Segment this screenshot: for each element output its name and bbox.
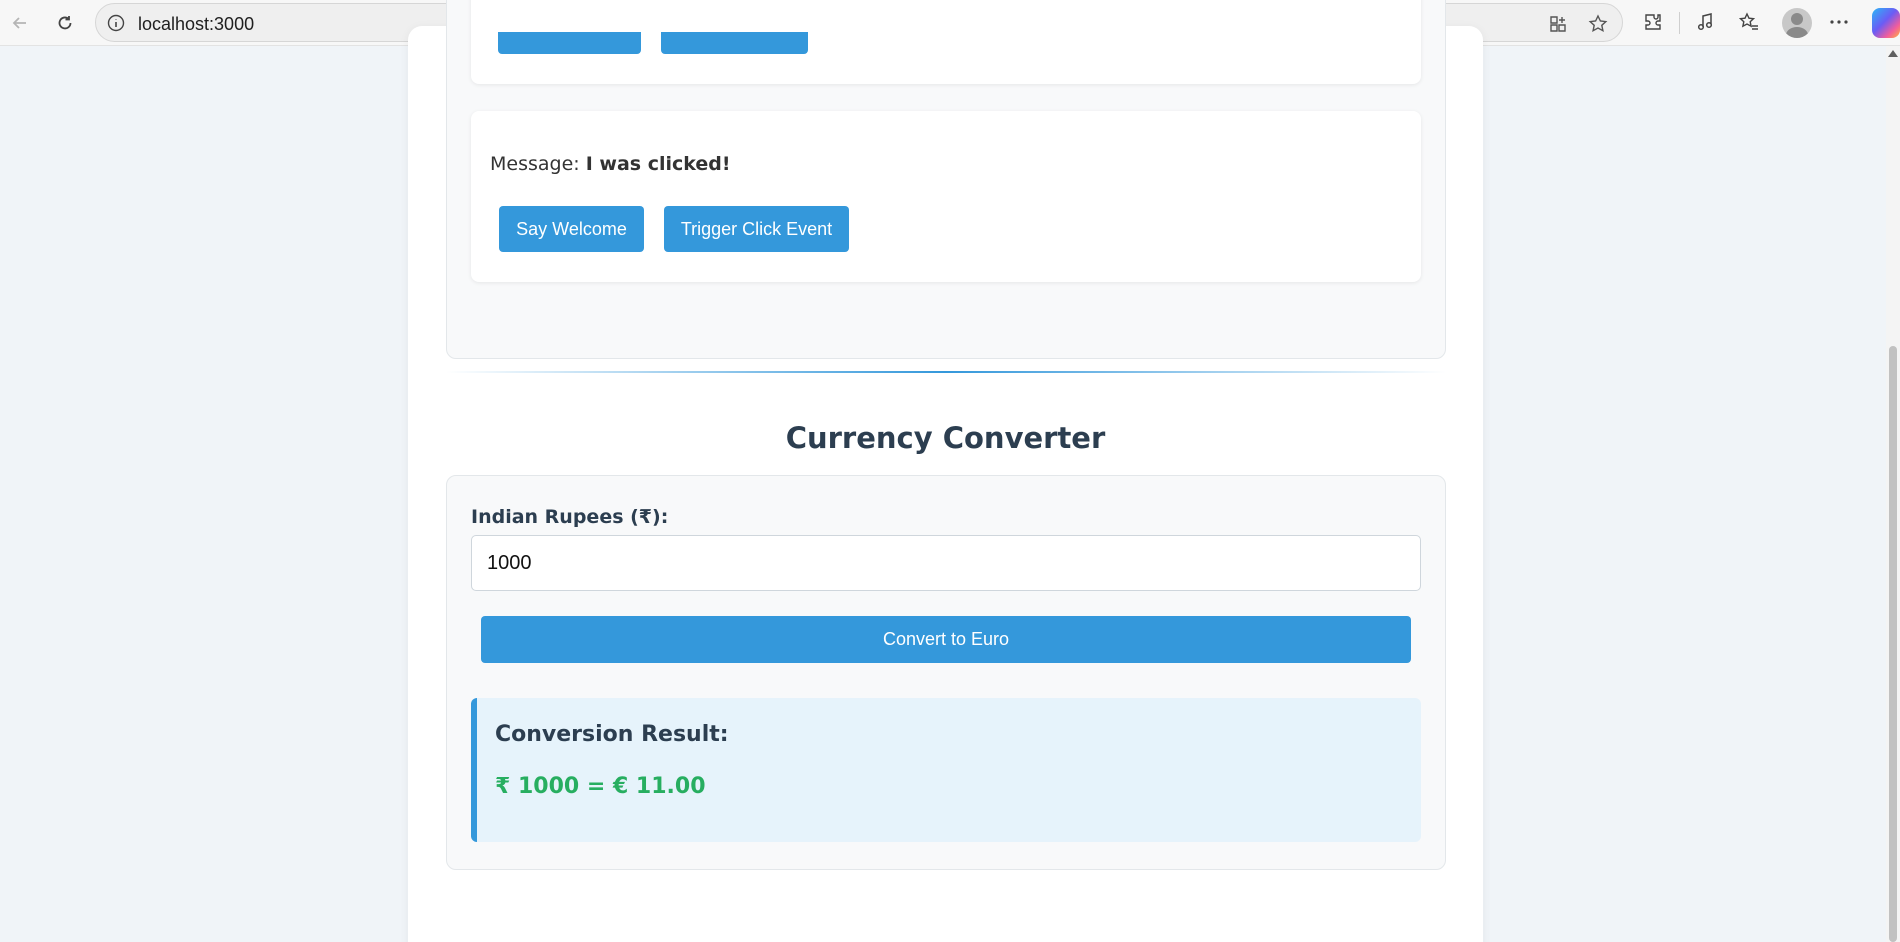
conversion-result-value: ₹ 1000 = € 11.00 xyxy=(495,774,706,799)
page-viewport: Message: I was clicked! Say Welcome Trig… xyxy=(0,0,1900,942)
events-card-top xyxy=(471,0,1421,84)
back-button[interactable] xyxy=(5,8,35,38)
scrolled-button-1[interactable] xyxy=(498,32,641,54)
site-info-icon[interactable] xyxy=(106,13,126,33)
convert-to-euro-button[interactable]: Convert to Euro xyxy=(481,616,1411,663)
events-section: Message: I was clicked! Say Welcome Trig… xyxy=(446,0,1446,359)
profile-avatar[interactable] xyxy=(1782,8,1812,38)
currency-converter-title: Currency Converter xyxy=(785,421,1106,455)
events-card-message: Message: I was clicked! Say Welcome Trig… xyxy=(471,111,1421,282)
scrolled-button-2[interactable] xyxy=(661,32,808,54)
extensions-icon[interactable] xyxy=(1641,10,1665,34)
scroll-up-arrow-icon[interactable] xyxy=(1888,50,1898,57)
reload-icon xyxy=(58,16,72,30)
message-label: Message: xyxy=(490,153,580,175)
app-available-icon[interactable] xyxy=(1547,13,1569,35)
page-scrollbar[interactable] xyxy=(1886,46,1900,942)
rupees-input-label: Indian Rupees (₹): xyxy=(471,506,669,528)
toolbar-separator xyxy=(1679,12,1680,34)
trigger-click-event-button[interactable]: Trigger Click Event xyxy=(664,206,849,252)
reload-button[interactable] xyxy=(50,8,80,38)
converter-section: Indian Rupees (₹): 1000 Convert to Euro … xyxy=(446,475,1446,870)
rupees-input[interactable]: 1000 xyxy=(471,535,1421,591)
favorite-star-icon[interactable] xyxy=(1587,13,1609,35)
message-value: I was clicked! xyxy=(585,153,731,175)
conversion-result-box: Conversion Result: ₹ 1000 = € 11.00 xyxy=(471,698,1421,842)
back-arrow-icon xyxy=(12,17,26,29)
favorites-list-icon[interactable] xyxy=(1737,10,1761,34)
message-line: Message: I was clicked! xyxy=(490,153,731,175)
scrollbar-thumb[interactable] xyxy=(1889,346,1897,942)
more-options-icon[interactable] xyxy=(1827,10,1851,34)
url-text: localhost:3000 xyxy=(138,14,255,34)
section-divider xyxy=(446,371,1446,373)
main-container: Message: I was clicked! Say Welcome Trig… xyxy=(408,0,1483,942)
say-welcome-button[interactable]: Say Welcome xyxy=(499,206,644,252)
media-icon[interactable] xyxy=(1694,10,1718,34)
conversion-result-title: Conversion Result: xyxy=(495,722,729,747)
copilot-icon[interactable] xyxy=(1872,8,1900,38)
